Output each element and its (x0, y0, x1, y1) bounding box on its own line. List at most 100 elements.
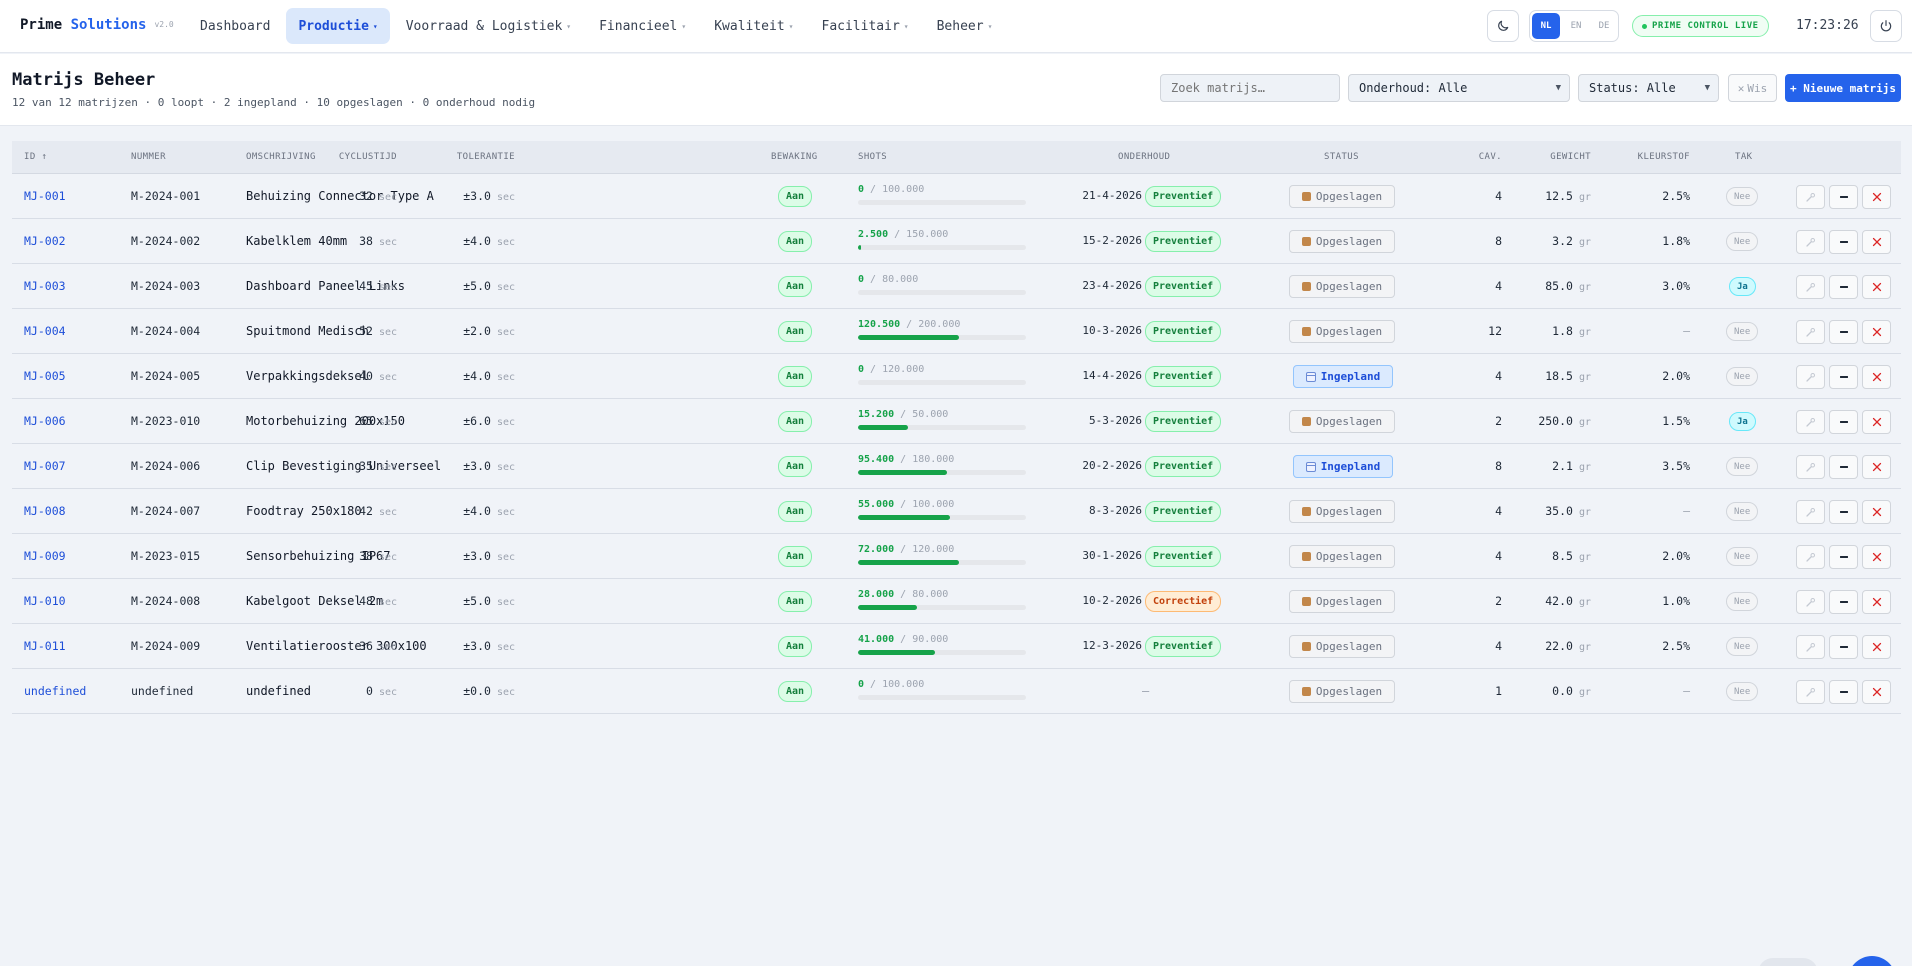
delete-button[interactable] (1862, 230, 1891, 254)
archive-button[interactable] (1829, 545, 1858, 569)
monitoring-badge[interactable]: Aan (778, 546, 813, 567)
table-row[interactable]: MJ-004 M-2024-004 Spuitmond Medisch 52 sec ±2… (12, 309, 1901, 354)
clear-filters-button[interactable]: ✕ Wis (1728, 74, 1777, 102)
logout-button[interactable] (1870, 10, 1902, 42)
delete-button[interactable] (1862, 365, 1891, 389)
new-mold-button[interactable]: + Nieuwe matrijs (1785, 74, 1901, 102)
mold-id-link[interactable]: MJ-001 (24, 189, 66, 203)
maintenance-button[interactable] (1796, 500, 1825, 524)
archive-button[interactable] (1829, 590, 1858, 614)
mold-id-link[interactable]: MJ-008 (24, 504, 66, 518)
column-header-cyclustijd[interactable]: CYCLUSTIJD (339, 152, 397, 162)
archive-button[interactable] (1829, 410, 1858, 434)
archive-button[interactable] (1829, 455, 1858, 479)
archive-button[interactable] (1829, 275, 1858, 299)
delete-button[interactable] (1862, 635, 1891, 659)
column-header-kleurstof[interactable]: KLEURSTOF (1638, 152, 1690, 162)
delete-button[interactable] (1862, 590, 1891, 614)
status-badge[interactable]: Opgeslagen (1289, 275, 1395, 298)
maintenance-button[interactable] (1796, 635, 1825, 659)
monitoring-badge[interactable]: Aan (778, 636, 813, 657)
nav-item-facilitair[interactable]: Facilitair ▾ (810, 8, 921, 44)
mold-id-link[interactable]: MJ-006 (24, 414, 66, 428)
nav-item-beheer[interactable]: Beheer ▾ (925, 8, 1005, 44)
language-option-nl[interactable]: NL (1532, 13, 1560, 39)
maintenance-button[interactable] (1796, 185, 1825, 209)
language-option-en[interactable]: EN (1562, 11, 1590, 41)
archive-button[interactable] (1829, 320, 1858, 344)
mold-id-link[interactable]: MJ-009 (24, 549, 66, 563)
monitoring-badge[interactable]: Aan (778, 591, 813, 612)
nav-item-kwaliteit[interactable]: Kwaliteit ▾ (702, 8, 805, 44)
maintenance-filter-select[interactable]: Onderhoud: Alle ▼ (1348, 74, 1570, 102)
delete-button[interactable] (1862, 320, 1891, 344)
table-row[interactable]: MJ-001 M-2024-001 Behuizing Connector Type… (12, 174, 1901, 219)
search-input[interactable] (1160, 74, 1340, 102)
status-badge[interactable]: Opgeslagen (1289, 500, 1395, 523)
mold-id-link[interactable]: MJ-011 (24, 639, 66, 653)
floating-action-button[interactable] (1848, 956, 1896, 966)
delete-button[interactable] (1862, 185, 1891, 209)
status-badge[interactable]: Opgeslagen (1289, 410, 1395, 433)
column-header-omschrijving[interactable]: OMSCHRIJVING (246, 152, 316, 162)
archive-button[interactable] (1829, 635, 1858, 659)
mold-id-link[interactable]: MJ-002 (24, 234, 66, 248)
status-badge[interactable]: Opgeslagen (1289, 635, 1395, 658)
delete-button[interactable] (1862, 410, 1891, 434)
archive-button[interactable] (1829, 365, 1858, 389)
status-badge[interactable]: Ingepland (1293, 455, 1393, 478)
table-row[interactable]: undefined undefined undefined 0 sec ±0.0 sec Aa… (12, 669, 1901, 714)
table-row[interactable]: MJ-002 M-2024-002 Kabelklem 40mm 38 sec ±4.0 s… (12, 219, 1901, 264)
brand-logo[interactable]: Prime Solutions v2.0 (20, 17, 174, 33)
maintenance-button[interactable] (1796, 410, 1825, 434)
maintenance-button[interactable] (1796, 230, 1825, 254)
column-header-tolerantie[interactable]: TOLERANTIE (457, 152, 515, 162)
status-badge[interactable]: Opgeslagen (1289, 185, 1395, 208)
mold-id-link[interactable]: MJ-005 (24, 369, 66, 383)
delete-button[interactable] (1862, 275, 1891, 299)
monitoring-badge[interactable]: Aan (778, 411, 813, 432)
status-badge[interactable]: Opgeslagen (1289, 320, 1395, 343)
delete-button[interactable] (1862, 500, 1891, 524)
theme-toggle-button[interactable] (1487, 10, 1519, 42)
column-header-onderhoud[interactable]: ONDERHOUD (1118, 152, 1170, 162)
maintenance-button[interactable] (1796, 320, 1825, 344)
table-row[interactable]: MJ-010 M-2024-008 Kabelgoot Deksel 2m 48 sec… (12, 579, 1901, 624)
table-row[interactable]: MJ-006 M-2023-010 Motorbehuizing 200x150 65… (12, 399, 1901, 444)
status-badge[interactable]: Ingepland (1293, 365, 1393, 388)
column-header-status[interactable]: STATUS (1324, 152, 1359, 162)
delete-button[interactable] (1862, 545, 1891, 569)
maintenance-button[interactable] (1796, 365, 1825, 389)
column-header-gewicht[interactable]: GEWICHT (1550, 152, 1591, 162)
status-badge[interactable]: Opgeslagen (1289, 545, 1395, 568)
delete-button[interactable] (1862, 455, 1891, 479)
archive-button[interactable] (1829, 185, 1858, 209)
monitoring-badge[interactable]: Aan (778, 366, 813, 387)
delete-button[interactable] (1862, 680, 1891, 704)
mold-id-link[interactable]: MJ-010 (24, 594, 66, 608)
archive-button[interactable] (1829, 500, 1858, 524)
nav-item-dashboard[interactable]: Dashboard (188, 8, 282, 44)
maintenance-button[interactable] (1796, 545, 1825, 569)
monitoring-badge[interactable]: Aan (778, 501, 813, 522)
status-filter-select[interactable]: Status: Alle ▼ (1578, 74, 1719, 102)
maintenance-button[interactable] (1796, 275, 1825, 299)
mold-id-link[interactable]: MJ-004 (24, 324, 66, 338)
maintenance-button[interactable] (1796, 680, 1825, 704)
mold-id-link[interactable]: MJ-007 (24, 459, 66, 473)
nav-item-financieel[interactable]: Financieel ▾ (587, 8, 698, 44)
status-badge[interactable]: Opgeslagen (1289, 680, 1395, 703)
status-badge[interactable]: Opgeslagen (1289, 230, 1395, 253)
column-header-nummer[interactable]: NUMMER (131, 152, 166, 162)
status-badge[interactable]: Opgeslagen (1289, 590, 1395, 613)
monitoring-badge[interactable]: Aan (778, 186, 813, 207)
monitoring-badge[interactable]: Aan (778, 231, 813, 252)
table-row[interactable]: MJ-011 M-2024-009 Ventilatierooster 300x10… (12, 624, 1901, 669)
floating-secondary-button[interactable] (1758, 958, 1818, 966)
column-header-cav[interactable]: CAV. (1479, 152, 1502, 162)
table-row[interactable]: MJ-008 M-2024-007 Foodtray 250x180 42 sec ±4.… (12, 489, 1901, 534)
language-option-de[interactable]: DE (1590, 11, 1618, 41)
maintenance-button[interactable] (1796, 455, 1825, 479)
mold-id-link[interactable]: undefined (24, 684, 86, 698)
monitoring-badge[interactable]: Aan (778, 276, 813, 297)
